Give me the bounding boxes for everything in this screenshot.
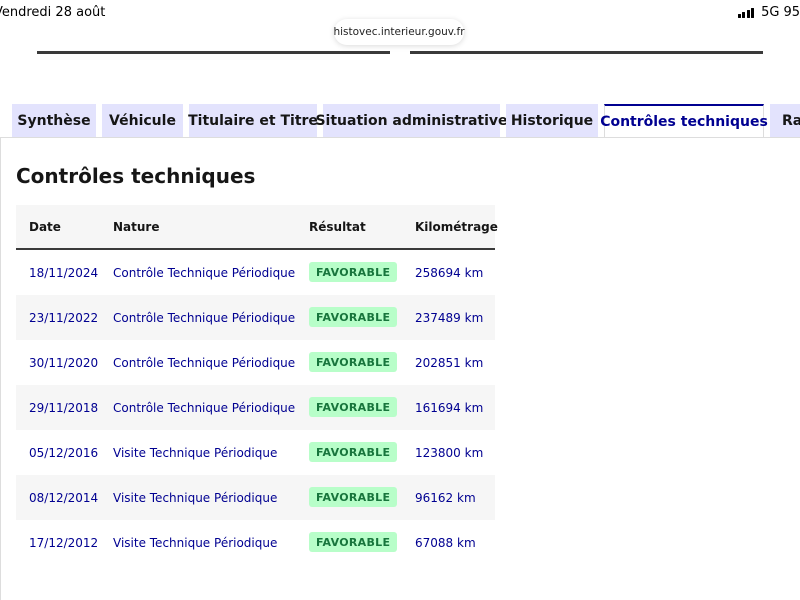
row-nature: Visite Technique Périodique [113, 446, 278, 460]
result-badge: FAVORABLE [309, 532, 398, 552]
row-nature: Contrôle Technique Périodique [113, 401, 296, 415]
status-date: Vendredi 28 août [0, 5, 106, 20]
tab-bar: Synthèse Véhicule Titulaire et Titre Sit… [12, 104, 800, 137]
row-date: 18/11/2024 [29, 266, 99, 280]
cellular-signal-icon [737, 7, 755, 18]
result-badge: FAVORABLE [309, 352, 398, 372]
table-row: 23/11/2022 Contrôle Technique Périodique… [16, 295, 495, 340]
row-nature: Visite Technique Périodique [113, 491, 278, 505]
row-km: 202851 km [415, 356, 484, 370]
row-km: 123800 km [415, 446, 484, 460]
row-date: 29/11/2018 [29, 401, 99, 415]
tab-vehicule[interactable]: Véhicule [102, 104, 183, 137]
row-nature: Contrôle Technique Périodique [113, 356, 296, 370]
tab-situation-administrative[interactable]: Situation administrative [315, 104, 508, 137]
tab-controles-techniques[interactable]: Contrôles techniques [600, 104, 768, 137]
network-type: 5G [761, 5, 780, 20]
row-nature: Contrôle Technique Périodique [113, 266, 296, 280]
result-badge: FAVORABLE [309, 397, 398, 417]
table-row: 05/12/2016 Visite Technique Périodique F… [16, 430, 495, 475]
row-km: 161694 km [415, 401, 484, 415]
row-date: 30/11/2020 [29, 356, 99, 370]
result-badge: FAVORABLE [309, 487, 398, 507]
row-km: 258694 km [415, 266, 484, 280]
tab-titulaire[interactable]: Titulaire et Titre [188, 104, 318, 137]
table-row: 17/12/2012 Visite Technique Périodique F… [16, 520, 495, 565]
result-badge: FAVORABLE [309, 262, 398, 282]
tab-synthese[interactable]: Synthèse [12, 104, 96, 137]
row-nature: Visite Technique Périodique [113, 536, 278, 550]
row-km: 96162 km [415, 491, 476, 505]
controles-table: Date Nature Résultat Kilométrage 18/11/2… [16, 205, 498, 565]
table-row: 29/11/2018 Contrôle Technique Périodique… [16, 385, 495, 430]
tab-rapport[interactable]: Rapport [770, 104, 800, 137]
table-row: 30/11/2020 Contrôle Technique Périodique… [16, 340, 495, 385]
row-km: 237489 km [415, 311, 484, 325]
header-date: Date [29, 220, 61, 234]
tab-historique[interactable]: Historique [506, 104, 598, 137]
status-right: 5G 95 [737, 5, 800, 20]
result-badge: FAVORABLE [309, 442, 398, 462]
row-date: 08/12/2014 [29, 491, 99, 505]
row-date: 23/11/2022 [29, 311, 99, 325]
table-row: 08/12/2014 Visite Technique Périodique F… [16, 475, 495, 520]
header-km: Kilométrage [415, 220, 498, 234]
battery-level: 95 [783, 5, 800, 20]
header-divider-right [410, 51, 763, 54]
url-bar[interactable]: histovec.interieur.gouv.fr [333, 19, 465, 45]
row-date: 05/12/2016 [29, 446, 99, 460]
header-divider-left [37, 51, 390, 54]
header-nature: Nature [113, 220, 160, 234]
result-badge: FAVORABLE [309, 307, 398, 327]
table-header: Date Nature Résultat Kilométrage [16, 205, 498, 250]
header-result: Résultat [309, 220, 366, 234]
row-date: 17/12/2012 [29, 536, 99, 550]
url-text: histovec.interieur.gouv.fr [333, 26, 465, 38]
page-title: Contrôles techniques [16, 164, 256, 188]
row-nature: Contrôle Technique Périodique [113, 311, 296, 325]
table-row: 18/11/2024 Contrôle Technique Périodique… [16, 250, 495, 295]
row-km: 67088 km [415, 536, 476, 550]
